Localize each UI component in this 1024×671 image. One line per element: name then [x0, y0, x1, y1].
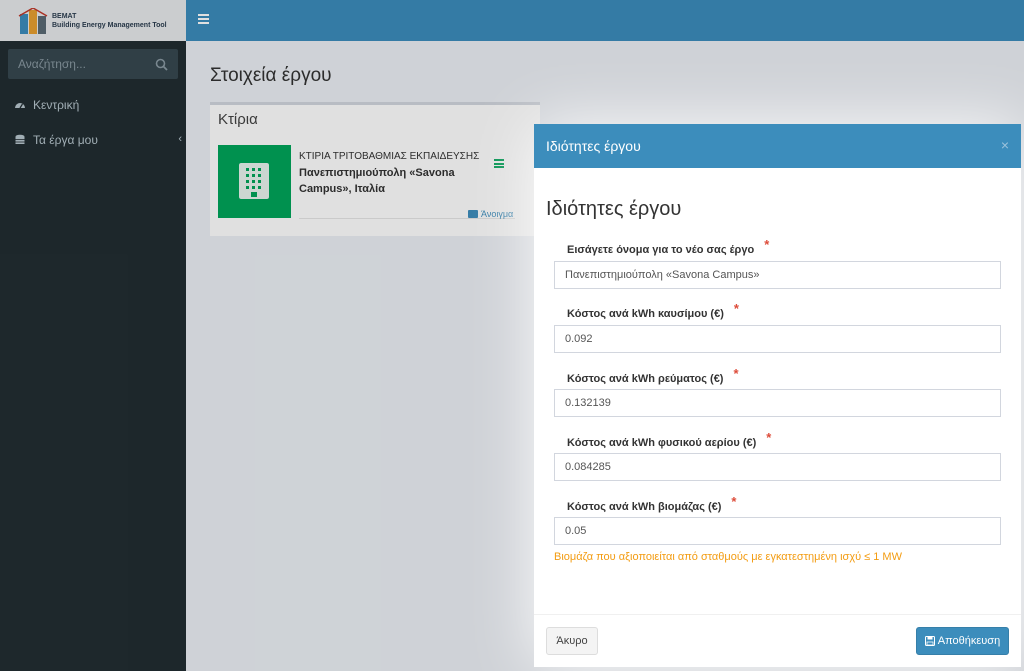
project-name-field[interactable] — [554, 261, 1001, 289]
save-button-label: Αποθήκευση — [937, 635, 1001, 647]
modal-footer-divider — [534, 614, 1021, 615]
natural-gas-cost-label: Κόστος ανά kWh φυσικού αερίου (€) * — [567, 430, 772, 449]
natural-gas-cost-field[interactable] — [554, 453, 1001, 481]
biomass-cost-field[interactable] — [554, 517, 1001, 545]
close-icon[interactable]: × — [1001, 137, 1009, 153]
biomass-cost-label: Κόστος ανά kWh βιομάζας (€) * — [567, 494, 737, 513]
project-properties-modal: Ιδιότητες έργου × Ιδιότητες έργου Εισάγε… — [534, 124, 1021, 667]
electricity-cost-label: Κόστος ανά kWh ρεύματος (€) * — [567, 366, 739, 385]
save-icon — [924, 636, 935, 646]
fuel-cost-field[interactable] — [554, 325, 1001, 353]
save-button[interactable]: Αποθήκευση — [916, 627, 1009, 655]
modal-header: Ιδιότητες έργου × — [534, 124, 1021, 168]
electricity-cost-field[interactable] — [554, 389, 1001, 417]
modal-header-title: Ιδιότητες έργου — [546, 138, 641, 154]
fuel-cost-label: Κόστος ανά kWh καυσίμου (€) * — [567, 301, 739, 320]
project-name-label: Εισάγετε όνομα για το νέο σας έργο * — [567, 237, 770, 256]
modal-heading: Ιδιότητες έργου — [546, 198, 682, 220]
cancel-button[interactable]: Άκυρο — [546, 627, 598, 655]
biomass-help-text: Βιομάζα που αξιοποιείται από σταθμούς με… — [554, 551, 902, 563]
